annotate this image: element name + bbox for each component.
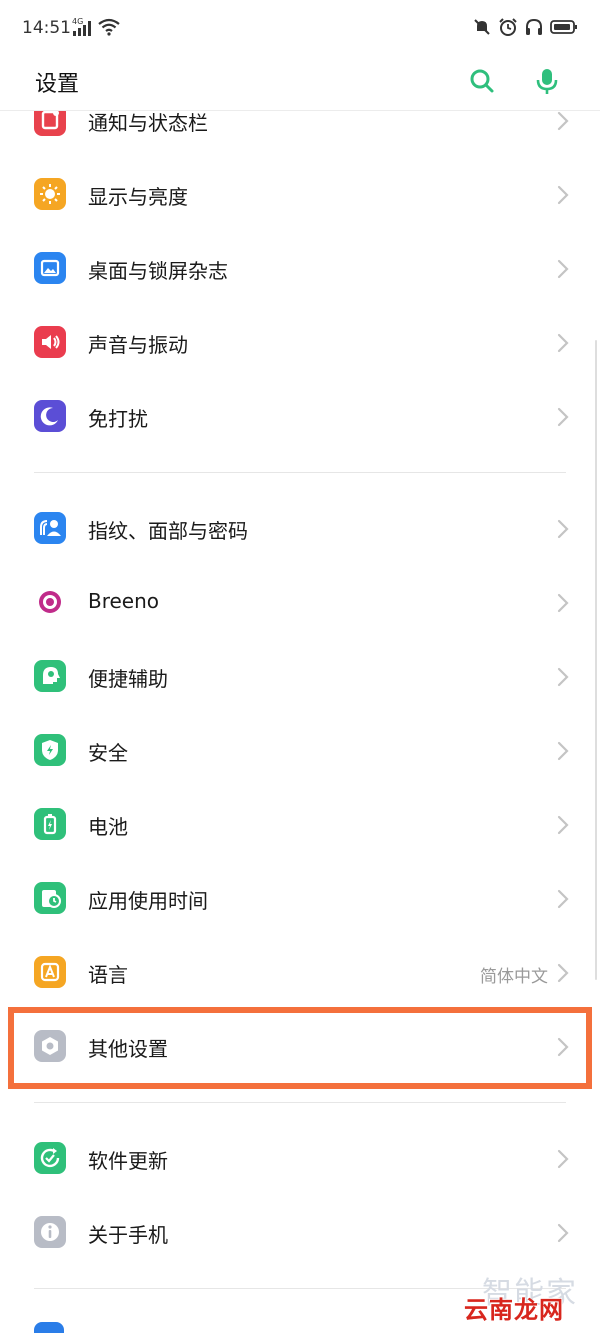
chevron-right-icon <box>556 1036 570 1062</box>
settings-item-display[interactable]: 显示与亮度 <box>0 158 600 232</box>
search-button[interactable] <box>465 64 499 98</box>
next-item-icon-partial <box>34 1322 64 1333</box>
search-icon <box>470 69 494 93</box>
shield-icon <box>34 734 66 766</box>
settings-item-label: 应用使用时间 <box>88 889 208 913</box>
settings-item-label: 免打扰 <box>88 407 148 431</box>
settings-item-app-usage-time[interactable]: 应用使用时间 <box>0 862 600 936</box>
chevron-right-icon <box>556 1222 570 1248</box>
mute-icon <box>472 17 492 41</box>
chevron-right-icon <box>556 888 570 914</box>
settings-item-software-update[interactable]: 软件更新 <box>0 1122 600 1196</box>
settings-item-label: 显示与亮度 <box>88 185 188 209</box>
chevron-right-icon <box>556 332 570 358</box>
settings-item-label: 电池 <box>88 815 128 839</box>
app-header: 设置 <box>0 58 600 111</box>
wallpaper-icon <box>34 252 66 284</box>
chevron-right-icon <box>556 814 570 840</box>
settings-item-language[interactable]: 语言 简体中文 <box>0 936 600 1010</box>
wifi-icon <box>98 18 120 40</box>
settings-item-convenience[interactable]: 便捷辅助 <box>0 640 600 714</box>
language-value: 简体中文 <box>480 967 548 987</box>
settings-item-label: 关于手机 <box>88 1223 168 1247</box>
speaker-icon <box>34 326 66 358</box>
settings-item-label: 软件更新 <box>88 1149 168 1173</box>
chevron-right-icon <box>556 962 570 988</box>
microphone-icon <box>536 69 558 94</box>
settings-item-wallpaper[interactable]: 桌面与锁屏杂志 <box>0 232 600 306</box>
settings-item-do-not-disturb[interactable]: 免打扰 <box>0 380 600 454</box>
assist-icon <box>34 660 66 692</box>
settings-item-label: 便捷辅助 <box>88 667 168 691</box>
settings-item-label: 语言 <box>88 963 128 987</box>
chevron-right-icon <box>556 666 570 692</box>
fingerprint-face-icon <box>34 512 66 544</box>
app-usage-icon <box>34 882 66 914</box>
chevron-right-icon <box>556 740 570 766</box>
scrollbar[interactable] <box>595 340 597 980</box>
settings-item-sound[interactable]: 声音与振动 <box>0 306 600 380</box>
settings-item-label: 指纹、面部与密码 <box>88 519 248 543</box>
chevron-right-icon <box>556 258 570 284</box>
chevron-right-icon <box>556 592 570 618</box>
page-title: 设置 <box>35 72 80 97</box>
settings-item-about-phone[interactable]: 关于手机 <box>0 1196 600 1270</box>
status-bar: 14:51 4G <box>0 0 600 58</box>
battery-status-icon <box>550 19 578 39</box>
info-icon <box>34 1216 66 1248</box>
battery-icon <box>34 808 66 840</box>
cellular-signal-icon: 4G <box>72 16 96 42</box>
chevron-right-icon <box>556 110 570 136</box>
alarm-icon <box>498 17 518 41</box>
settings-item-label: 其他设置 <box>88 1037 168 1061</box>
settings-item-other-settings[interactable]: 其他设置 <box>0 1010 600 1084</box>
chevron-right-icon <box>556 518 570 544</box>
settings-item-security[interactable]: 安全 <box>0 714 600 788</box>
voice-search-button[interactable] <box>530 64 564 98</box>
settings-item-label: 声音与振动 <box>88 333 188 357</box>
chevron-right-icon <box>556 406 570 432</box>
section-divider <box>0 454 600 492</box>
watermark-logo: 云南龙网 <box>464 1296 564 1324</box>
settings-item-breeno[interactable]: Breeno <box>0 566 600 640</box>
moon-icon <box>34 400 66 432</box>
settings-item-label: 通知与状态栏 <box>88 111 208 135</box>
settings-item-label: 安全 <box>88 741 128 765</box>
settings-item-label: 桌面与锁屏杂志 <box>88 259 228 283</box>
status-time: 14:51 <box>22 18 71 38</box>
language-icon <box>34 956 66 988</box>
headphones-icon <box>524 17 544 41</box>
settings-item-battery[interactable]: 电池 <box>0 788 600 862</box>
brightness-icon <box>34 178 66 210</box>
chevron-right-icon <box>556 184 570 210</box>
other-settings-icon <box>34 1030 66 1062</box>
network-type-label: 4G <box>72 17 83 26</box>
section-divider <box>0 1084 600 1122</box>
breeno-icon <box>34 586 66 618</box>
settings-list: 通知与状态栏 显示与亮度 桌面与锁屏杂志 声音与振动 免打扰 指纹、面部与密码 … <box>0 84 600 1308</box>
chevron-right-icon <box>556 1148 570 1174</box>
update-icon <box>34 1142 66 1174</box>
settings-item-label: Breeno <box>88 589 160 613</box>
settings-item-fingerprint-face-password[interactable]: 指纹、面部与密码 <box>0 492 600 566</box>
